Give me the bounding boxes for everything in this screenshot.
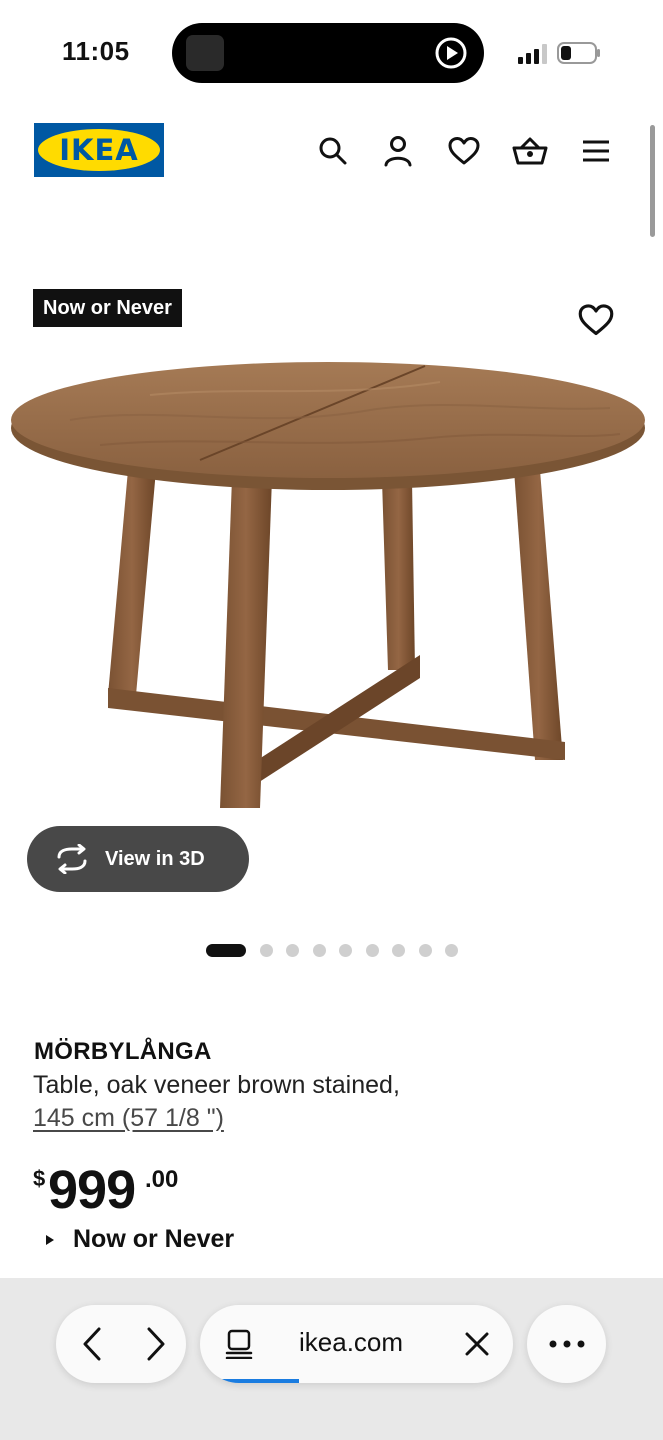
promo-label: Now or Never — [73, 1225, 235, 1253]
price-integer: 999 — [48, 1160, 136, 1220]
status-time: 11:05 — [62, 36, 130, 66]
heart-icon[interactable] — [444, 131, 484, 171]
url-text[interactable]: ikea.com — [299, 1327, 403, 1358]
now-or-never-disclosure[interactable]: Now or Never — [46, 1225, 234, 1254]
carousel-dot[interactable] — [259, 944, 273, 957]
view-in-3d-label: View in 3D — [105, 847, 205, 870]
carousel-dot[interactable] — [339, 944, 352, 957]
search-icon[interactable] — [313, 131, 353, 171]
close-icon[interactable] — [462, 1329, 492, 1359]
account-icon[interactable] — [378, 131, 418, 171]
dynamic-island[interactable] — [172, 23, 484, 83]
cellular-signal-icon — [518, 44, 547, 64]
price-currency: $ — [33, 1166, 46, 1191]
product-image[interactable] — [10, 350, 655, 820]
more-options-icon[interactable] — [527, 1305, 606, 1383]
navigation-pill — [56, 1305, 186, 1383]
play-icon[interactable] — [434, 36, 468, 70]
product-name: MÖRBYLÅNGA — [34, 1038, 212, 1065]
carousel-dot-active[interactable] — [206, 944, 246, 957]
price-decimal: .00 — [145, 1166, 179, 1193]
back-icon[interactable] — [72, 1324, 112, 1364]
ellipsis-icon — [547, 1335, 587, 1353]
battery-icon — [557, 42, 600, 64]
reader-mode-icon[interactable] — [222, 1327, 256, 1361]
rotate-3d-icon — [57, 844, 87, 874]
carousel-dot[interactable] — [365, 944, 379, 957]
basket-icon[interactable] — [510, 131, 550, 171]
carousel-dot[interactable] — [392, 944, 405, 957]
view-in-3d-button[interactable]: View in 3D — [27, 826, 249, 892]
page-scrollbar[interactable] — [650, 125, 655, 237]
carousel-dot[interactable] — [286, 944, 299, 957]
address-bar[interactable]: ikea.com — [200, 1305, 513, 1383]
carousel-dot[interactable] — [445, 944, 458, 957]
carousel-dot[interactable] — [312, 944, 326, 957]
now-or-never-badge: Now or Never — [33, 289, 182, 327]
status-bar: 11:05 — [0, 0, 663, 100]
now-playing-artwork — [186, 35, 224, 71]
carousel-dot[interactable] — [418, 944, 432, 957]
page-load-progress — [222, 1379, 299, 1383]
disclosure-triangle-icon — [46, 1234, 54, 1245]
logo-text: IKEA — [59, 133, 139, 167]
ikea-logo[interactable]: IKEA — [34, 123, 164, 177]
favourite-icon[interactable] — [578, 303, 614, 339]
image-carousel-dots[interactable] — [206, 944, 472, 957]
forward-icon[interactable] — [136, 1324, 176, 1364]
product-size-link[interactable]: 145 cm (57 1/8 ") — [33, 1104, 224, 1133]
menu-icon[interactable] — [576, 131, 616, 171]
product-description: Table, oak veneer brown stained, — [33, 1071, 400, 1099]
